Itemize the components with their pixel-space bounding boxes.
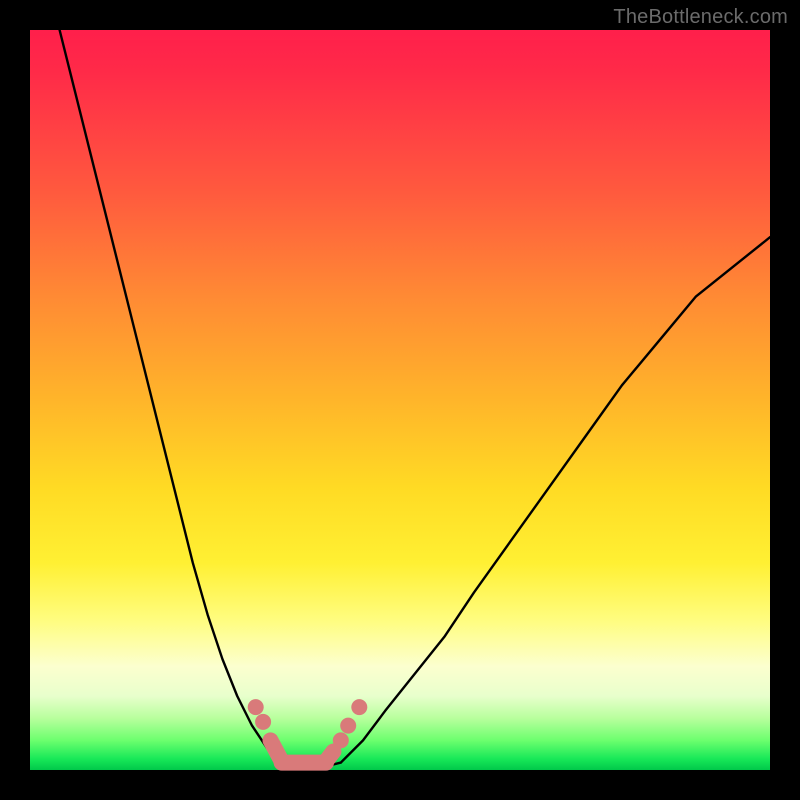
marker-dot — [248, 699, 264, 715]
outer-frame: TheBottleneck.com — [0, 0, 800, 800]
marker-dot — [340, 718, 356, 734]
marker-dot — [255, 714, 271, 730]
bottleneck-curve — [60, 30, 770, 766]
watermark-text: TheBottleneck.com — [613, 6, 788, 29]
marker-dot — [351, 699, 367, 715]
curve-layer — [30, 30, 770, 770]
plot-area — [30, 30, 770, 770]
